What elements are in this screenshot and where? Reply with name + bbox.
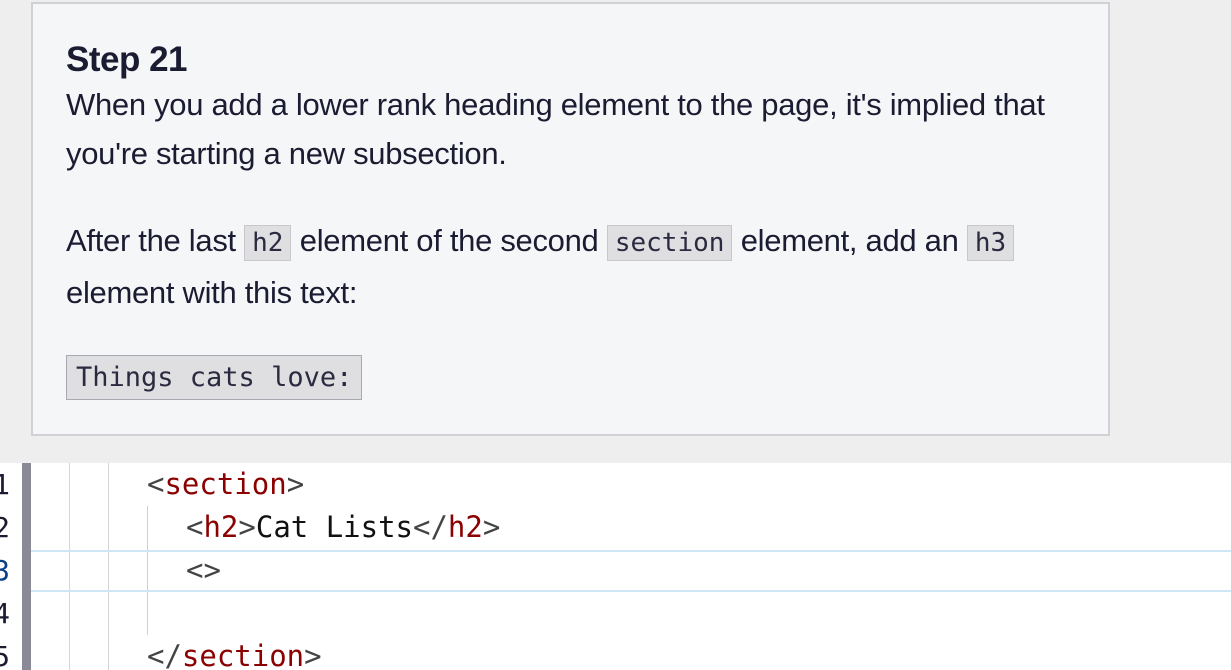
code-token: <	[147, 467, 165, 501]
code-token: <	[186, 510, 204, 544]
instruction-task-paragraph: After the last h2 element of the second …	[66, 216, 1076, 317]
code-line-1[interactable]: <section>	[147, 463, 304, 506]
instructions-panel: Step 21 When you add a lower rank headin…	[31, 2, 1110, 436]
gutter-divider	[22, 463, 31, 670]
code-token: >	[482, 510, 501, 544]
code-line-3[interactable]: <>	[186, 549, 221, 592]
code-token: >	[238, 510, 256, 544]
inline-code-section: section	[606, 225, 733, 261]
instruction-paragraph: When you add a lower rank heading elemen…	[66, 87, 1045, 171]
task-text: After the last	[66, 223, 245, 258]
task-text: element with this text:	[66, 275, 358, 310]
inline-code-h2: h2	[244, 225, 292, 261]
line-number-gutter: 1 2 3 4 5	[0, 463, 22, 670]
code-line-2[interactable]: <h2>Cat Lists</h2>	[186, 506, 500, 549]
code-token: >	[286, 467, 305, 501]
task-text: element of the second	[291, 223, 607, 258]
line-number: 4	[0, 597, 10, 630]
code-token: <>	[186, 553, 221, 587]
line-number: 2	[0, 511, 10, 544]
app-root: Step 21 When you add a lower rank headin…	[0, 0, 1231, 670]
line-number-active: 3	[0, 554, 10, 587]
code-tag: h2	[447, 510, 483, 544]
line-number: 5	[0, 640, 10, 670]
example-code-block: Things cats love:	[66, 355, 363, 400]
inline-code-h3: h3	[966, 225, 1015, 261]
code-text: Cat Lists	[255, 510, 413, 544]
code-tag: section	[181, 639, 305, 670]
line-number: 1	[0, 468, 10, 501]
task-text: element, add an	[732, 223, 967, 258]
code-tag: section	[164, 467, 287, 501]
code-tag: h2	[203, 510, 239, 544]
code-token: </	[413, 510, 448, 544]
step-title: Step 21	[66, 40, 188, 79]
code-token: </	[147, 639, 182, 670]
code-editor[interactable]: 1 2 3 4 5 <section> <h2>Cat Lists</h2> <…	[0, 463, 1231, 670]
code-token: >	[304, 639, 322, 670]
code-line-5[interactable]: </section>	[147, 635, 322, 670]
